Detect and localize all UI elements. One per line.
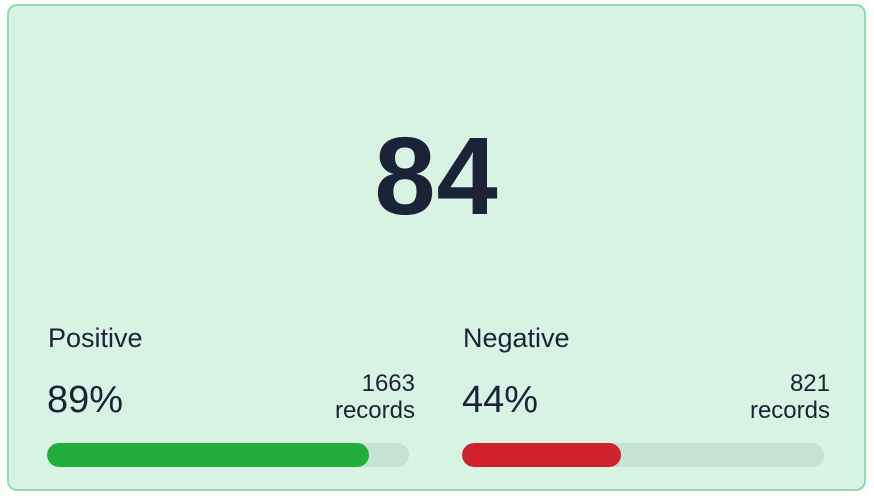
positive-label: Positive (48, 323, 143, 353)
positive-progress-fill (47, 443, 370, 467)
positive-percent: 89% (47, 379, 124, 421)
positive-metric: Positive 89% 1663 records (45, 319, 415, 469)
positive-records-count: 1663 (361, 370, 415, 397)
positive-records: 1663 records (335, 370, 415, 424)
negative-records-unit: records (749, 397, 830, 424)
negative-progress-fill (462, 443, 622, 467)
overall-score: 84 (374, 115, 499, 238)
positive-progress-track (47, 443, 409, 467)
positive-records-unit: records (334, 397, 415, 424)
negative-records: 821 records (750, 370, 830, 424)
negative-metric: Negative 44% 821 records (460, 319, 830, 469)
negative-records-count: 821 (789, 370, 830, 397)
negative-percent: 44% (462, 379, 539, 421)
negative-label: Negative (463, 323, 570, 353)
negative-progress-track (462, 443, 824, 467)
score-card: 84 Positive 89% 1663 records Negative 44… (7, 4, 866, 491)
